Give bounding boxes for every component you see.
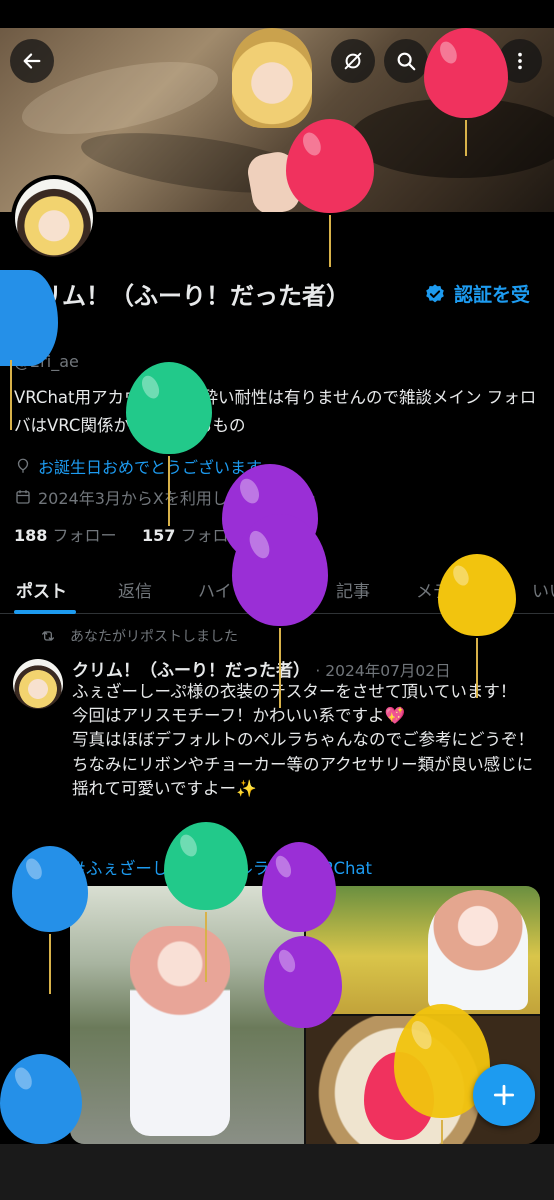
tab-articles[interactable]: 記事 [336,577,370,602]
tab-replies[interactable]: 返信 [118,577,152,602]
status-bar [0,0,554,28]
search-icon [397,52,416,71]
post-body: ふぇざーしーぷ様の衣装のテスターをさせて頂いています！ 今回はアリスモチーフ！か… [72,680,542,801]
profile-avatar[interactable] [11,175,97,261]
calendar-icon [16,490,30,504]
hide-button[interactable] [331,39,375,83]
more-vertical-icon [518,52,522,70]
back-button[interactable] [10,39,54,83]
post-line: 今回はアリスモチーフ！かわいい系ですよ💖 [72,706,406,726]
post-line: 写真はほぼデフォルトのペルラちゃんなのでご参考にどうぞ！ [72,730,534,750]
active-tab-indicator [14,610,76,614]
repost-indicator: あなたがリポストしました [40,626,238,646]
verify-link[interactable]: 認証を受 [424,280,530,307]
eye-off-icon [344,52,362,70]
post-line: ふぇざーしーぷ様の衣装のテスターをさせて頂いています！ [72,682,517,701]
compose-button[interactable] [473,1064,535,1126]
post-line: ちなみにリボンやチョーカー等のアクセサリー類が良い感じに揺れて可愛いですよー✨ [72,754,534,798]
bottom-bar [0,1144,554,1200]
birthday-row[interactable]: お誕生日おめでとうございます。 [14,454,276,478]
verify-label: 認証を受 [454,284,531,306]
repost-icon [42,631,54,641]
post-date: · 2024年07月02日 [315,662,451,680]
post-header[interactable]: クリム！（ふーり！だった者） · 2024年07月02日 [72,656,451,681]
arrow-left-icon [23,53,41,69]
tab-likes[interactable]: いい [532,577,554,602]
post-author-name[interactable]: クリム！（ふーり！だった者） [72,661,310,681]
search-button[interactable] [384,39,428,83]
following-link[interactable]: 188 フォロー [14,526,117,545]
media-image-1[interactable] [70,886,304,1144]
profile-bio: VRChat用アカウント VR酔い耐性は有りませんので雑談メイン フォロバはVR… [14,388,537,435]
plus-icon [493,1084,515,1106]
balloon-icon [17,458,29,473]
tab-posts[interactable]: ポスト [16,577,67,602]
display-name: クリム！（ふーり！だった者） [14,282,350,310]
verified-badge-icon [426,283,444,302]
post-author-avatar[interactable] [13,659,63,709]
